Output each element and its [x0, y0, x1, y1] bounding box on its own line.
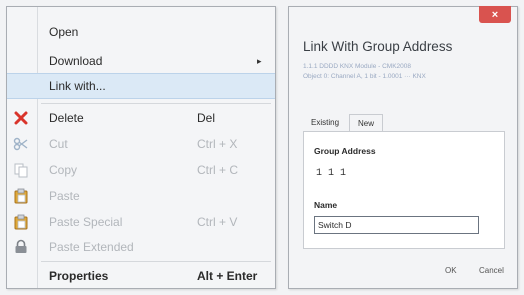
group-address-label: Group Address [314, 146, 376, 156]
menu-item-label: Paste Extended [49, 240, 134, 254]
menu-item-download[interactable]: Download ▸ [7, 48, 275, 74]
new-tab-panel: Group Address 1 1 1 Name [303, 131, 505, 249]
menu-item-label: Open [49, 25, 79, 39]
group-address-value[interactable]: 1 1 1 [316, 168, 346, 179]
menu-item-properties[interactable]: Properties Alt + Enter [7, 263, 275, 289]
dialog-tabs: Existing New [303, 114, 385, 132]
name-input[interactable] [314, 216, 479, 234]
lock-icon [13, 239, 29, 255]
ok-button[interactable]: OK [439, 263, 463, 278]
context-menu: Open Download ▸ Link with... Delete Del … [6, 6, 276, 289]
menu-item-label: Delete [49, 111, 84, 125]
delete-x-icon [13, 110, 29, 126]
menu-item-paste-special[interactable]: Paste Special Ctrl + V [7, 209, 275, 235]
menu-item-label: Cut [49, 137, 68, 151]
menu-item-shortcut: Ctrl + V [197, 215, 238, 229]
menu-item-shortcut: Ctrl + C [197, 163, 239, 177]
clipboard-icon [13, 188, 29, 204]
menu-item-copy[interactable]: Copy Ctrl + C [7, 157, 275, 183]
menu-item-label: Properties [49, 269, 109, 283]
menu-item-paste-extended[interactable]: Paste Extended [7, 234, 275, 260]
menu-item-shortcut: Alt + Enter [197, 269, 258, 283]
tab-existing[interactable]: Existing [303, 114, 347, 132]
menu-item-label: Link with... [49, 79, 106, 93]
menu-item-label: Download [49, 54, 103, 68]
link-group-address-dialog: × Link With Group Address 1.1.1 DDDD KNX… [288, 6, 518, 289]
menu-separator [41, 103, 271, 104]
name-label: Name [314, 200, 338, 210]
submenu-arrow-icon: ▸ [257, 55, 262, 66]
menu-item-shortcut: Ctrl + X [197, 137, 238, 151]
dialog-subtitle-line2: Object 0: Channel A, 1 bit - 1.0001 ··· … [303, 73, 426, 80]
scissors-icon [13, 136, 29, 152]
menu-item-open[interactable]: Open [7, 19, 275, 45]
dialog-subtitle-line1: 1.1.1 DDDD KNX Module - CMK2008 [303, 63, 412, 70]
menu-item-shortcut: Del [197, 111, 216, 125]
menu-item-label: Copy [49, 163, 78, 177]
menu-separator [41, 261, 271, 262]
menu-item-delete[interactable]: Delete Del [7, 105, 275, 131]
menu-item-label: Paste Special [49, 215, 123, 229]
clipboard-icon [13, 214, 29, 230]
menu-item-paste[interactable]: Paste [7, 183, 275, 209]
dialog-title: Link With Group Address [303, 39, 453, 54]
tab-new[interactable]: New [349, 114, 384, 132]
copy-icon [13, 162, 29, 178]
close-button[interactable]: × [479, 6, 511, 23]
menu-item-label: Paste [49, 189, 80, 203]
cancel-button[interactable]: Cancel [473, 263, 510, 278]
menu-item-link-with[interactable]: Link with... [7, 73, 275, 99]
menu-item-cut[interactable]: Cut Ctrl + X [7, 131, 275, 157]
